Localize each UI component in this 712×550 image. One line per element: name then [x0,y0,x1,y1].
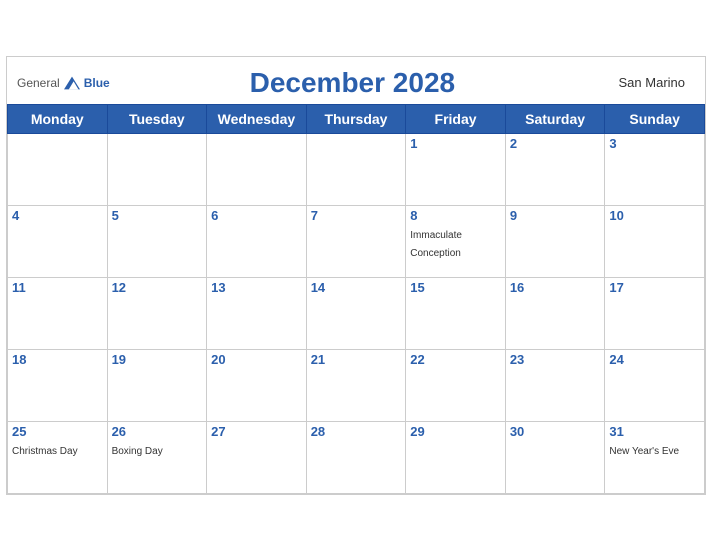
day-number: 13 [211,280,302,295]
calendar-cell: 6 [207,205,307,277]
day-number: 9 [510,208,601,223]
calendar-cell: 30 [505,421,605,493]
day-number: 24 [609,352,700,367]
day-number: 28 [311,424,402,439]
weekday-header-thursday: Thursday [306,104,406,133]
day-number: 17 [609,280,700,295]
week-row-3: 11 12 13 14 15 16 17 [8,277,705,349]
weekday-header-tuesday: Tuesday [107,104,207,133]
calendar-container: General Blue December 2028 San Marino Mo… [6,56,706,495]
week-row-1: 123 [8,133,705,205]
calendar-table: MondayTuesdayWednesdayThursdayFridaySatu… [7,104,705,494]
country-name: San Marino [595,75,685,90]
calendar-cell [8,133,108,205]
calendar-header: General Blue December 2028 San Marino [7,57,705,104]
weekday-header-monday: Monday [8,104,108,133]
calendar-cell: 22 [406,349,506,421]
calendar-cell: 5 [107,205,207,277]
calendar-cell: 13 [207,277,307,349]
calendar-cell: 9 [505,205,605,277]
calendar-cell: 19 [107,349,207,421]
day-number: 23 [510,352,601,367]
weekday-header-saturday: Saturday [505,104,605,133]
weekday-header-wednesday: Wednesday [207,104,307,133]
day-number: 6 [211,208,302,223]
calendar-cell: 29 [406,421,506,493]
calendar-cell [107,133,207,205]
day-number: 1 [410,136,501,151]
day-number: 5 [112,208,203,223]
day-number: 15 [410,280,501,295]
calendar-cell: 11 [8,277,108,349]
week-row-5: 25 Christmas Day 26 Boxing Day 27 28 29 30 31 New… [8,421,705,493]
day-number: 16 [510,280,601,295]
calendar-cell: 17 [605,277,705,349]
month-title: December 2028 [110,67,595,99]
calendar-cell: 27 [207,421,307,493]
day-number: 2 [510,136,601,151]
weekday-header-row: MondayTuesdayWednesdayThursdayFridaySatu… [8,104,705,133]
calendar-cell: 8 Immaculate Conception [406,205,506,277]
calendar-cell: 25 Christmas Day [8,421,108,493]
day-event: Immaculate Conception [410,230,462,259]
day-number: 8 [410,208,501,223]
calendar-cell [306,133,406,205]
day-number: 19 [112,352,203,367]
day-number: 14 [311,280,402,295]
logo-blue-text: Blue [84,76,110,90]
day-number: 11 [12,280,103,295]
calendar-cell: 2 [505,133,605,205]
day-number: 27 [211,424,302,439]
calendar-cell: 7 [306,205,406,277]
day-event: New Year's Eve [609,446,679,457]
day-number: 3 [609,136,700,151]
calendar-cell: 26 Boxing Day [107,421,207,493]
day-number: 21 [311,352,402,367]
weekday-header-friday: Friday [406,104,506,133]
calendar-cell: 1 [406,133,506,205]
day-number: 31 [609,424,700,439]
day-number: 7 [311,208,402,223]
logo-icon [62,75,82,91]
day-number: 26 [112,424,203,439]
calendar-cell: 18 [8,349,108,421]
calendar-cell: 20 [207,349,307,421]
calendar-cell: 21 [306,349,406,421]
calendar-cell: 3 [605,133,705,205]
calendar-cell: 10 [605,205,705,277]
calendar-cell: 24 [605,349,705,421]
day-event: Christmas Day [12,446,78,457]
calendar-cell: 16 [505,277,605,349]
day-number: 29 [410,424,501,439]
day-number: 18 [12,352,103,367]
logo-area: General Blue [17,75,110,91]
day-number: 30 [510,424,601,439]
calendar-cell: 15 [406,277,506,349]
day-number: 25 [12,424,103,439]
calendar-cell [207,133,307,205]
calendar-cell: 14 [306,277,406,349]
week-row-2: 45678 Immaculate Conception 9 10 [8,205,705,277]
logo-text: General Blue [17,75,110,91]
day-event: Boxing Day [112,446,163,457]
day-number: 10 [609,208,700,223]
calendar-cell: 28 [306,421,406,493]
day-number: 20 [211,352,302,367]
week-row-4: 18 19 20 21 22 23 24 [8,349,705,421]
calendar-cell: 12 [107,277,207,349]
day-number: 4 [12,208,103,223]
logo-general-text: General [17,76,60,90]
calendar-cell: 4 [8,205,108,277]
day-number: 22 [410,352,501,367]
calendar-cell: 31 New Year's Eve [605,421,705,493]
weekday-header-sunday: Sunday [605,104,705,133]
calendar-cell: 23 [505,349,605,421]
day-number: 12 [112,280,203,295]
